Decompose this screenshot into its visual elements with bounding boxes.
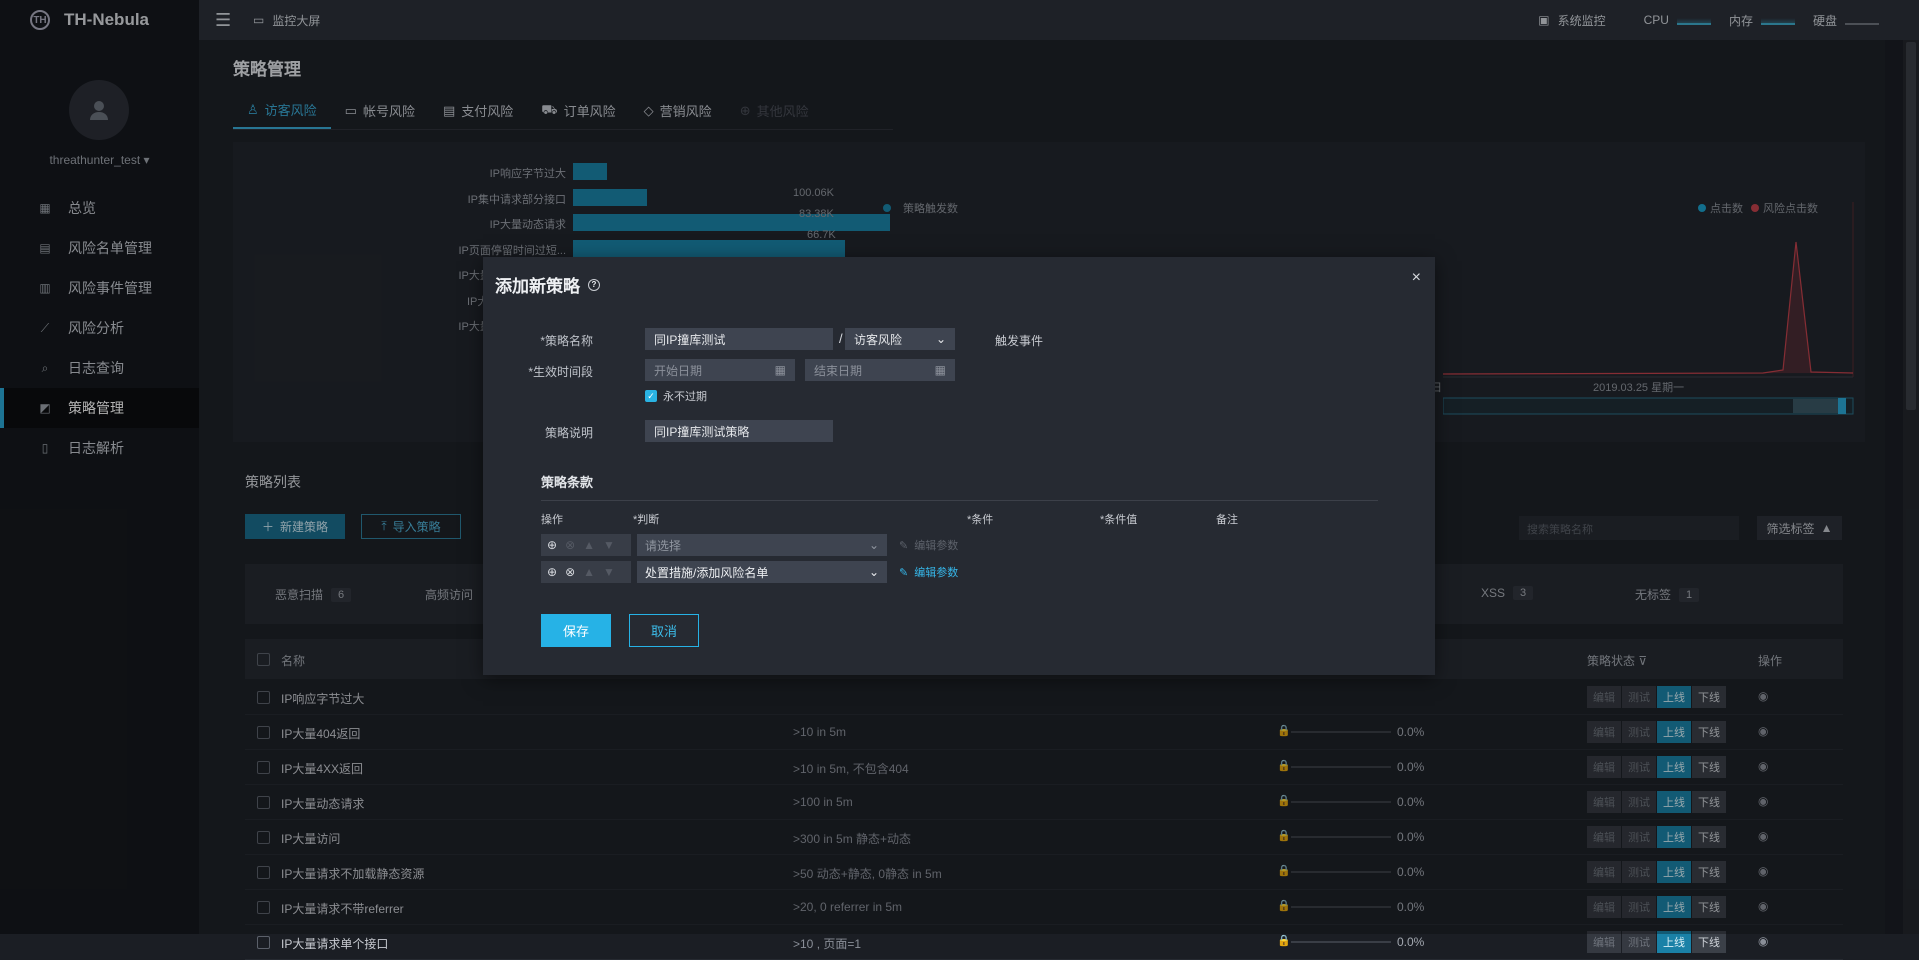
- never-expire-checkbox[interactable]: ✓ 永不过期: [645, 388, 707, 404]
- clause-row: ⊕ ⊗ ▲ ▼ 处置措施/添加风险名单 ⌄ ✎ 编辑参数: [541, 561, 958, 583]
- effective-period-label: *生效时间段: [528, 365, 593, 379]
- judge-select[interactable]: 处置措施/添加风险名单 ⌄: [637, 561, 887, 583]
- pencil-icon: ✎: [899, 566, 909, 579]
- clause-row: ⊕ ⊗ ▲ ▼ 请选择 ⌄ ✎ 编辑参数: [541, 534, 958, 556]
- save-button[interactable]: 保存: [541, 614, 611, 647]
- col-judge: *判断: [633, 514, 660, 526]
- row-percent: 0.0%: [1397, 935, 1425, 949]
- op-button-1[interactable]: 测试: [1622, 931, 1656, 953]
- help-icon[interactable]: ?: [588, 278, 600, 291]
- col-operation: 操作: [541, 514, 563, 526]
- clause-ops: ⊕ ⊗ ▲ ▼: [541, 534, 631, 556]
- judge-select[interactable]: 请选择 ⌄: [637, 534, 887, 556]
- edit-params-link[interactable]: ✎ 编辑参数: [893, 561, 958, 583]
- risk-category-select[interactable]: 访客风险 ⌄: [845, 328, 955, 350]
- never-expire-label: 永不过期: [663, 391, 707, 403]
- row-ops: 编辑 测试 上线 下线: [1587, 931, 1726, 953]
- edit-params-label: 编辑参数: [914, 567, 959, 579]
- clause-section-title: 策略条款: [541, 475, 594, 490]
- name-separator: /: [839, 331, 843, 346]
- pencil-icon: ✎: [899, 539, 909, 552]
- description-value: 同IP撞库测试策略: [654, 424, 750, 439]
- move-up-icon: ▲: [583, 538, 596, 552]
- remove-clause-icon[interactable]: ⊗: [565, 565, 575, 579]
- row-condition: >10 , 页面=1: [793, 937, 862, 951]
- close-icon[interactable]: ×: [1412, 269, 1421, 287]
- chevron-down-icon: ⌄: [868, 565, 879, 579]
- move-down-icon: ▼: [603, 565, 615, 579]
- cancel-button[interactable]: 取消: [629, 614, 699, 647]
- end-date-placeholder: 结束日期: [814, 363, 863, 378]
- description-label: 策略说明: [544, 426, 593, 440]
- row-name: IP大量请求单个接口: [281, 937, 389, 951]
- col-condition: *条件: [967, 514, 994, 526]
- col-remark: 备注: [1216, 514, 1238, 526]
- op-button-3[interactable]: 下线: [1692, 931, 1726, 953]
- row-progress: [1291, 941, 1391, 943]
- clause-divider: [541, 500, 1378, 501]
- edit-params-link: ✎ 编辑参数: [893, 534, 958, 556]
- trigger-event-label: 触发事件: [995, 334, 1044, 348]
- col-condition-value: *条件值: [1100, 514, 1138, 526]
- calendar-icon: ▦: [774, 363, 786, 377]
- add-strategy-modal: 添加新策略 ? × *策略名称 同IP撞库测试 / 访客风险 ⌄ 触发事件 *生效…: [483, 257, 1435, 675]
- calendar-icon: ▦: [934, 363, 946, 377]
- judge-select-value: 处置措施/添加风险名单: [645, 565, 769, 580]
- end-date-input[interactable]: 结束日期 ▦: [805, 359, 955, 381]
- move-down-icon: ▼: [603, 538, 615, 552]
- row-checkbox[interactable]: [257, 936, 270, 949]
- add-clause-icon[interactable]: ⊕: [547, 565, 557, 579]
- modal-title: 添加新策略 ?: [495, 272, 600, 297]
- edit-params-label: 编辑参数: [914, 540, 959, 552]
- modal-title-text: 添加新策略: [495, 277, 580, 296]
- chevron-down-icon: ⌄: [935, 332, 946, 346]
- add-clause-icon[interactable]: ⊕: [547, 538, 557, 552]
- checkmark-icon: ✓: [645, 390, 657, 402]
- start-date-input[interactable]: 开始日期 ▦: [645, 359, 795, 381]
- judge-select-value: 请选择: [645, 538, 682, 553]
- lock-icon: 🔒: [1277, 935, 1291, 947]
- strategy-name-label: *策略名称: [540, 334, 593, 348]
- chevron-down-icon: ⌄: [868, 538, 879, 552]
- strategy-name-input[interactable]: 同IP撞库测试: [645, 328, 833, 350]
- op-button-0[interactable]: 编辑: [1587, 931, 1621, 953]
- eye-icon[interactable]: ◉: [1758, 934, 1768, 948]
- op-button-2[interactable]: 上线: [1657, 931, 1691, 953]
- remove-clause-icon: ⊗: [565, 538, 576, 552]
- strategy-name-value: 同IP撞库测试: [654, 332, 726, 347]
- start-date-placeholder: 开始日期: [654, 363, 703, 378]
- description-input[interactable]: 同IP撞库测试策略: [645, 420, 833, 442]
- risk-category-value: 访客风险: [854, 332, 903, 347]
- clause-ops: ⊕ ⊗ ▲ ▼: [541, 561, 631, 583]
- move-up-icon: ▲: [583, 565, 596, 579]
